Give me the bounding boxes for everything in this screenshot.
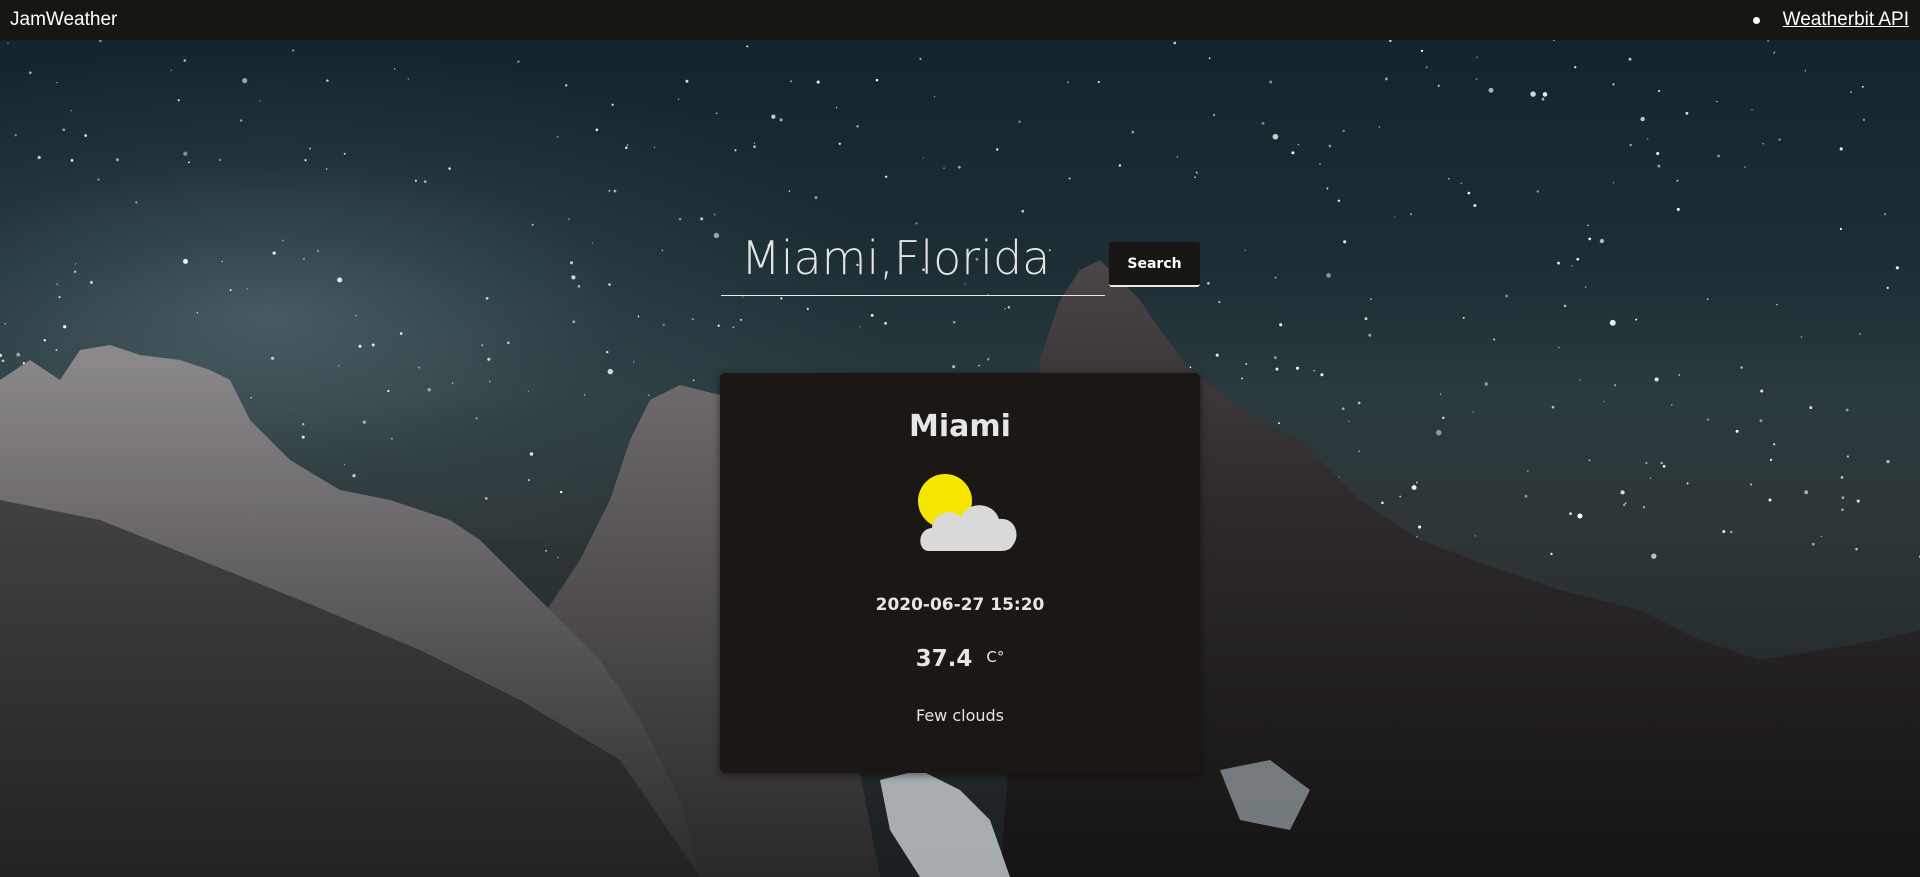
sun-behind-cloud-icon: [918, 474, 1017, 551]
nav-item-weatherbit: Weatherbit API: [1752, 9, 1909, 31]
nav-links: Weatherbit API: [1752, 9, 1909, 31]
temperature-value: 37.4: [915, 646, 973, 672]
temperature-unit: C°: [986, 648, 1005, 666]
search-button[interactable]: Search: [1109, 242, 1200, 287]
brand-logo[interactable]: JamWeather: [10, 9, 117, 31]
city-name: Miami: [909, 409, 1011, 444]
page: JamWeather Weatherbit API Search Miami 2…: [0, 0, 1920, 877]
weather-card: Miami 2020-06-27 15:20 37.4 C° Few cloud…: [720, 373, 1200, 773]
weatherbit-api-link[interactable]: Weatherbit API: [1783, 9, 1909, 31]
list-bullet: [1752, 16, 1760, 24]
top-navbar: JamWeather Weatherbit API: [0, 0, 1920, 40]
city-search-input[interactable]: [721, 221, 1105, 296]
observation-datetime: 2020-06-27 15:20: [875, 595, 1045, 615]
temperature-row: 37.4 C°: [720, 646, 1200, 672]
weather-description: Few clouds: [915, 706, 1004, 725]
